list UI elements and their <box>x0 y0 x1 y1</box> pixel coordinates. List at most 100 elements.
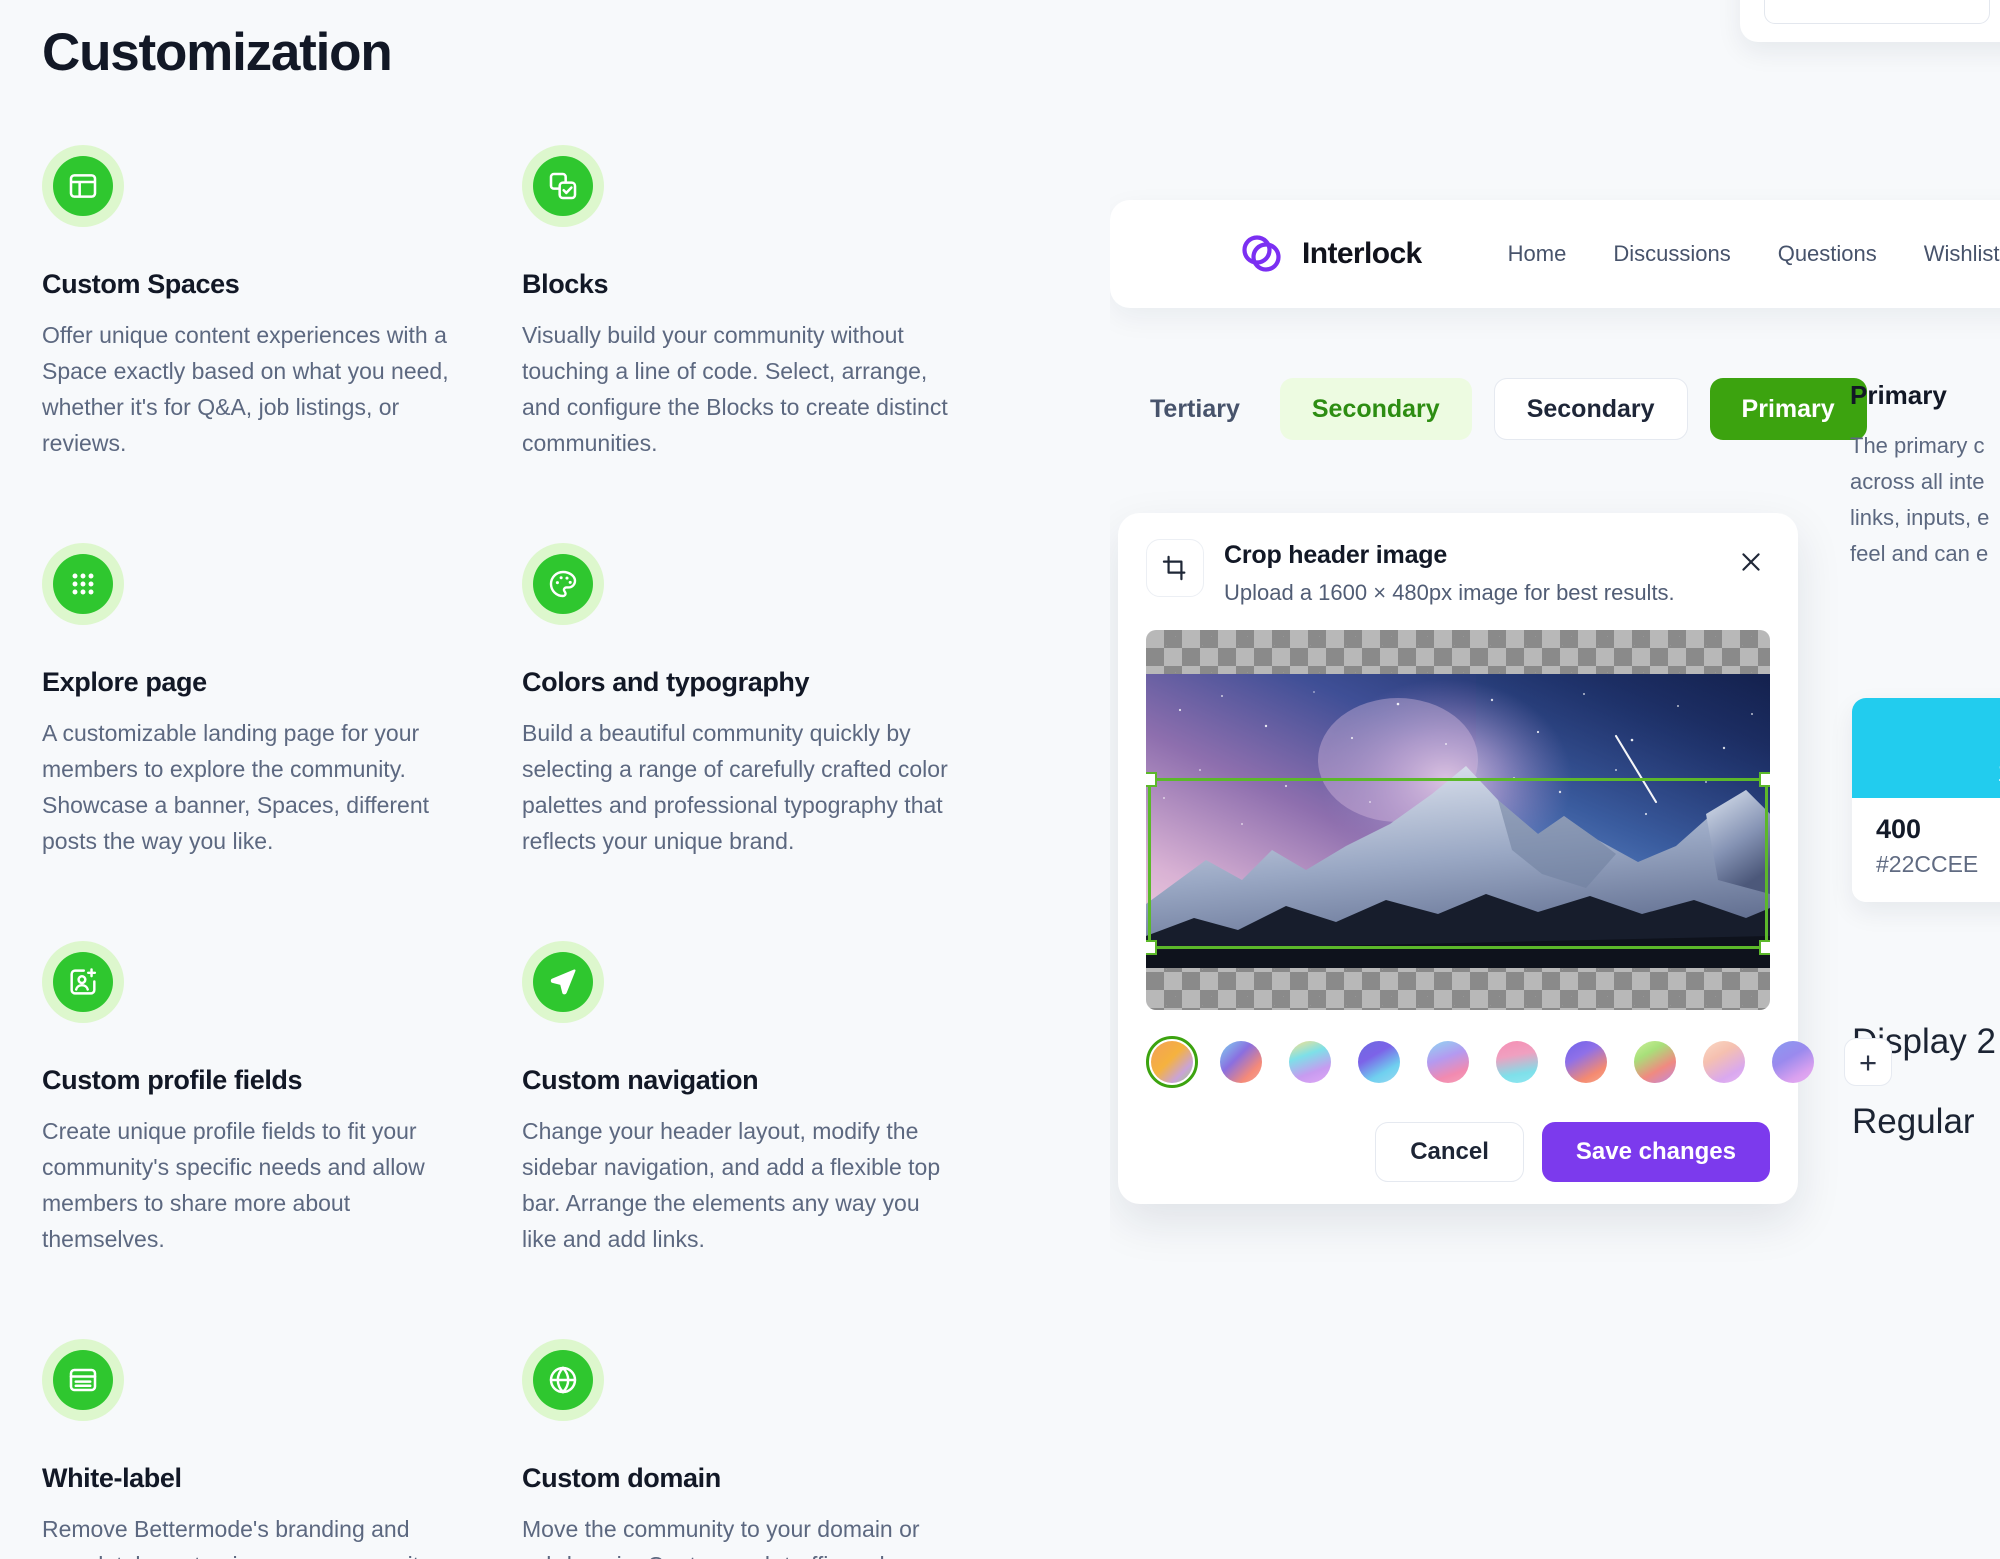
layout-panel-icon <box>53 156 113 216</box>
swatch-violet-salmon[interactable] <box>1560 1036 1612 1088</box>
feature-title: White-label <box>42 1463 182 1493</box>
feature-description: Build a beautiful community quickly by s… <box>522 720 948 854</box>
swatch-peach-lilac-fill <box>1703 1041 1745 1083</box>
swatch-violet-salmon-fill <box>1565 1041 1607 1083</box>
interlock-logo-icon <box>1238 230 1286 278</box>
feature-icon-badge <box>42 941 124 1023</box>
dialog-footer: Cancel Save changes <box>1146 1122 1770 1182</box>
primary-desc-line-2: across all inte <box>1850 469 1985 494</box>
card-lines-icon <box>53 1350 113 1410</box>
feature-description: Move the community to your domain or sub… <box>522 1516 920 1559</box>
swatch-yellow-violet-fill <box>1289 1041 1331 1083</box>
primary-desc-line-1: The primary c <box>1850 433 1985 458</box>
swatch-indigo-cyan-fill <box>1358 1041 1400 1083</box>
swatch-periwinkle[interactable] <box>1767 1036 1819 1088</box>
community-header-bar: Interlock Home Discussions Questions Wishli… <box>1110 200 2000 308</box>
gradient-swatch-picker: + <box>1146 1036 1892 1088</box>
save-changes-button[interactable]: Save changes <box>1541 1122 1770 1182</box>
swatch-periwinkle-fill <box>1772 1041 1814 1083</box>
user-card-plus-icon <box>53 952 113 1012</box>
brand-name: Interlock <box>1302 237 1422 270</box>
swatch-pink-cyan[interactable] <box>1491 1036 1543 1088</box>
crop-handle-top-left[interactable] <box>1146 772 1157 787</box>
partial-settings-card <box>1740 0 2000 42</box>
feature-card: White-label Remove Bettermode's branding … <box>42 1339 502 1559</box>
community-nav: Home Discussions Questions Wishlist <box>1508 241 2000 267</box>
feature-title: Custom Spaces <box>42 269 240 299</box>
type-sample-regular: Regular <box>1852 1102 1975 1141</box>
feature-description: Offer unique content experiences with a … <box>42 322 449 456</box>
feature-title: Blocks <box>522 269 609 299</box>
swatch-yellow-violet[interactable] <box>1284 1036 1336 1088</box>
feature-description: Remove Bettermode's branding and complet… <box>42 1516 431 1559</box>
cancel-button[interactable]: Cancel <box>1375 1122 1524 1182</box>
crop-handle-bottom-right[interactable] <box>1759 940 1770 955</box>
swatch-sky-pink[interactable] <box>1422 1036 1474 1088</box>
page-title: Customization <box>42 23 393 82</box>
feature-card: Explore page A customizable landing page … <box>42 543 502 859</box>
primary-desc-line-3: links, inputs, e <box>1850 505 1990 530</box>
dialog-subtitle: Upload a 1600 × 480px image for best res… <box>1224 580 1675 605</box>
add-gradient-button[interactable]: + <box>1844 1038 1892 1086</box>
palette-icon <box>533 554 593 614</box>
swatch-blue-coral[interactable] <box>1215 1036 1267 1088</box>
button-primary[interactable]: Primary <box>1709 378 1867 440</box>
dialog-header: Crop header image Upload a 1600 × 480px … <box>1146 539 1770 606</box>
preview-pane: Interlock Home Discussions Questions Wishli… <box>1110 0 2000 1559</box>
color-swatch-name: 400 <box>1876 814 1922 844</box>
feature-title: Custom profile fields <box>42 1065 303 1095</box>
crop-handle-bottom-left[interactable] <box>1146 940 1157 955</box>
feature-card: Custom domain Move the community to your … <box>522 1339 982 1559</box>
primary-desc-heading: Primary <box>1850 380 1947 410</box>
crop-icon <box>1146 539 1204 597</box>
crop-handle-top-right[interactable] <box>1759 772 1770 787</box>
feature-icon-badge <box>522 145 604 227</box>
feature-icon-badge <box>522 1339 604 1421</box>
primary-color-description: Primary The primary c across all inte li… <box>1850 380 2000 572</box>
nav-link-wishlist[interactable]: Wishlist <box>1924 241 2000 267</box>
dialog-title: Crop header image <box>1224 541 1448 569</box>
nav-link-home[interactable]: Home <box>1508 241 1567 267</box>
navigation-arrow-icon <box>533 952 593 1012</box>
swatch-lime-rose[interactable] <box>1629 1036 1681 1088</box>
feature-card: Custom navigation Change your header layo… <box>522 941 982 1257</box>
swatch-peach-lilac[interactable] <box>1698 1036 1750 1088</box>
button-secondary-soft[interactable]: Secondary <box>1279 378 1472 440</box>
button-variants-row: Tertiary Secondary Secondary Primary <box>1110 378 1867 440</box>
feature-description: A customizable landing page for your mem… <box>42 720 430 854</box>
feature-title: Explore page <box>42 667 207 697</box>
nav-link-discussions[interactable]: Discussions <box>1613 241 1730 267</box>
feature-description: Visually build your community without to… <box>522 322 948 456</box>
feature-title: Custom domain <box>522 1463 721 1493</box>
feature-card: Colors and typography Build a beautiful c… <box>522 543 982 859</box>
button-tertiary[interactable]: Tertiary <box>1132 378 1258 440</box>
swatch-orange[interactable] <box>1146 1036 1198 1088</box>
feature-card: Custom Spaces Offer unique content experi… <box>42 145 502 461</box>
feature-icon-badge <box>522 543 604 625</box>
crop-stage[interactable] <box>1146 630 1770 1010</box>
globe-icon <box>533 1350 593 1410</box>
color-swatch-fill: 1.92 <box>1852 698 2000 798</box>
customization-page: Customization Custom Spaces Offer unique … <box>0 0 2000 1559</box>
swatch-orange-fill <box>1151 1041 1193 1083</box>
swatch-indigo-cyan[interactable] <box>1353 1036 1405 1088</box>
color-swatch-hex: #22CCEE <box>1876 851 1979 877</box>
button-secondary-outline[interactable]: Secondary <box>1493 378 1688 440</box>
primary-desc-line-4: feel and can e <box>1850 541 1989 566</box>
color-swatch-card[interactable]: 1.92 400 #22CCEE <box>1852 698 2000 902</box>
feature-card: Blocks Visually build your community with… <box>522 145 982 461</box>
nav-link-questions[interactable]: Questions <box>1778 241 1877 267</box>
color-swatch-meta: 400 #22CCEE <box>1852 798 2000 902</box>
partial-text-input[interactable] <box>1764 0 1990 24</box>
brand[interactable]: Interlock <box>1238 230 1422 278</box>
crop-selection-box[interactable] <box>1146 772 1770 955</box>
feature-icon-badge <box>42 543 124 625</box>
grid-dots-icon <box>53 554 113 614</box>
swatch-lime-rose-fill <box>1634 1041 1676 1083</box>
blocks-copy-check-icon <box>533 156 593 216</box>
close-icon[interactable] <box>1734 545 1768 579</box>
swatch-blue-coral-fill <box>1220 1041 1262 1083</box>
swatch-pink-cyan-fill <box>1496 1041 1538 1083</box>
dialog-texts: Crop header image Upload a 1600 × 480px … <box>1224 539 1675 606</box>
feature-description: Create unique profile fields to fit your… <box>42 1118 425 1252</box>
